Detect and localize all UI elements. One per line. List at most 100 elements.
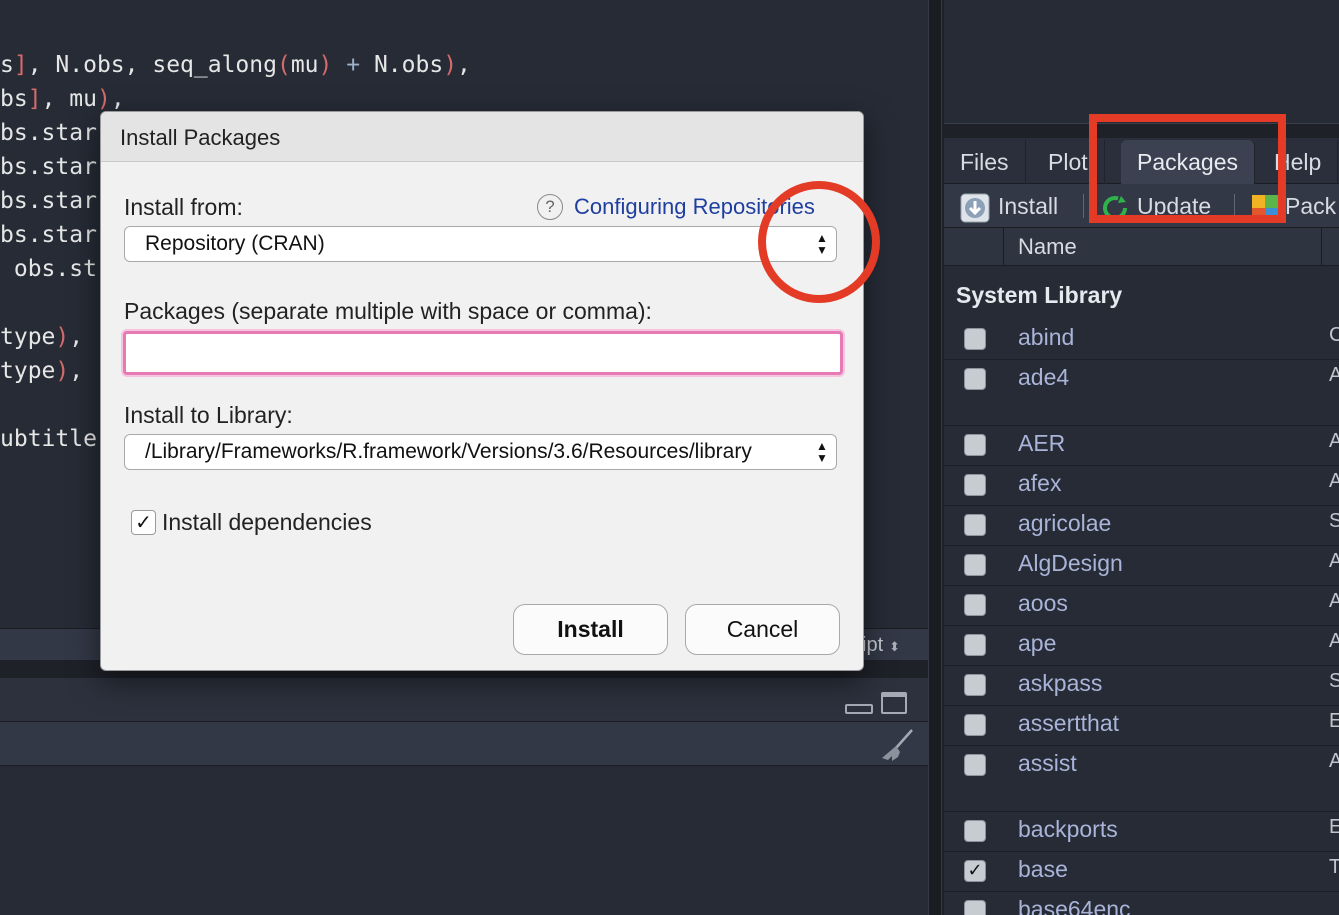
code-token: ]	[13, 52, 28, 78]
package-name-link[interactable]: afex	[1018, 470, 1061, 497]
install-packages-dialog: Install Packages Install from: ? Configu…	[100, 111, 864, 671]
packages-input[interactable]	[123, 331, 843, 375]
help-question-icon[interactable]: ?	[537, 194, 563, 220]
package-description: A	[1329, 550, 1339, 572]
package-name-link[interactable]: assist	[1018, 750, 1077, 777]
install-button[interactable]: Install	[513, 604, 668, 655]
packages-list: abind Cade4 A AER Aafex Aagricolae S AlgDesign A…	[944, 320, 1339, 915]
tab-help[interactable]: Help	[1258, 140, 1339, 184]
code-token: obs.st	[0, 256, 97, 282]
package-name-link[interactable]: base64enc	[1018, 896, 1131, 915]
code-token: ]	[27, 86, 42, 112]
select-updown-icon: ▲ ▼	[814, 435, 830, 469]
code-token: bs.star	[0, 120, 97, 146]
install-icon	[960, 193, 990, 223]
code-token: ubtitle	[0, 426, 97, 452]
package-row: ape A	[944, 626, 1339, 666]
package-description: E	[1329, 710, 1339, 732]
minimize-pane-icon[interactable]	[845, 704, 873, 714]
toolbar-separator	[1083, 194, 1084, 218]
install-to-library-select[interactable]: /Library/Frameworks/R.framework/Versions…	[124, 434, 837, 470]
package-description: A	[1329, 470, 1339, 492]
package-row: assist A	[944, 746, 1339, 812]
code-token: bs.star	[0, 222, 97, 248]
package-checkbox[interactable]	[964, 634, 986, 656]
package-checkbox[interactable]	[964, 820, 986, 842]
script-type-selector[interactable]: ipt ⬍	[862, 629, 900, 661]
package-name-link[interactable]: base	[1018, 856, 1068, 883]
broom-clear-console-icon[interactable]	[876, 728, 916, 762]
code-token: )	[55, 358, 70, 384]
maximize-pane-icon[interactable]	[881, 692, 907, 714]
updown-icon: ⬍	[889, 639, 901, 654]
update-icon	[1103, 195, 1127, 220]
package-row: askpass S	[944, 666, 1339, 706]
tab-packages[interactable]: Packages	[1121, 140, 1256, 184]
code-line: bs], mu),	[0, 84, 125, 114]
package-row: afex A	[944, 466, 1339, 506]
update-packages-button[interactable]: Update	[1101, 184, 1211, 228]
code-token: bs	[0, 86, 28, 112]
tab-files[interactable]: Files	[944, 140, 1026, 184]
package-checkbox[interactable]	[964, 434, 986, 456]
package-checkbox[interactable]	[964, 714, 986, 736]
checkbox-column-header	[944, 228, 1004, 266]
package-name-link[interactable]: ape	[1018, 630, 1056, 657]
code-token: )	[55, 324, 70, 350]
package-checkbox[interactable]	[964, 554, 986, 576]
package-checkbox[interactable]	[964, 674, 986, 696]
install-from-select[interactable]: Repository (CRAN) ▲ ▼	[124, 226, 837, 262]
package-checkbox[interactable]	[964, 474, 986, 496]
code-token: ,	[457, 52, 471, 78]
code-token: s	[0, 52, 14, 78]
cancel-button[interactable]: Cancel	[685, 604, 840, 655]
package-name-link[interactable]: AlgDesign	[1018, 550, 1123, 577]
configuring-repositories-link[interactable]: Configuring Repositories	[574, 194, 815, 220]
code-token: mu	[290, 52, 319, 78]
package-name-link[interactable]: askpass	[1018, 670, 1102, 697]
code-token: type	[0, 324, 56, 350]
package-checkbox[interactable]	[964, 328, 986, 350]
package-name-link[interactable]: assertthat	[1018, 710, 1119, 737]
package-checkbox[interactable]	[964, 900, 986, 915]
code-token: , N.obs, seq_along	[27, 52, 277, 78]
package-checkbox[interactable]	[964, 368, 986, 390]
package-name-link[interactable]: agricolae	[1018, 510, 1111, 537]
package-row: aoos A	[944, 586, 1339, 626]
script-type-label: ipt	[862, 634, 884, 656]
packages-label: Packages (separate multiple with space o…	[124, 298, 652, 324]
package-description: A	[1329, 750, 1339, 772]
code-line: obs.st	[0, 254, 97, 284]
package-checkbox[interactable]: ✓	[964, 860, 986, 882]
package-row: AER A	[944, 426, 1339, 466]
install-dependencies-checkbox[interactable]: ✓	[131, 510, 156, 535]
package-checkbox[interactable]	[964, 754, 986, 776]
install-from-label: Install from:	[124, 194, 243, 220]
packrat-label: Pack	[1285, 193, 1337, 219]
package-name-link[interactable]: AER	[1018, 430, 1065, 457]
code-token: type	[0, 358, 56, 384]
packrat-button[interactable]: Pack	[1251, 184, 1336, 228]
vertical-splitter[interactable]	[928, 0, 942, 915]
package-checkbox[interactable]	[964, 514, 986, 536]
name-column-header[interactable]: Name	[1018, 228, 1077, 266]
code-token: ,	[69, 358, 84, 384]
install-packages-button[interactable]: Install	[960, 184, 1058, 228]
system-library-heading: System Library	[956, 282, 1123, 308]
select-updown-icon: ▲ ▼	[814, 227, 830, 261]
package-name-link[interactable]: ade4	[1018, 364, 1069, 391]
package-name-link[interactable]: aoos	[1018, 590, 1068, 617]
console-pane[interactable]	[0, 678, 928, 915]
code-token: (	[276, 52, 291, 78]
packages-toolbar: Install Update Pack	[944, 184, 1339, 228]
tab-plots[interactable]: Plot	[1032, 140, 1105, 184]
package-checkbox[interactable]	[964, 594, 986, 616]
code-token: +	[332, 52, 374, 78]
code-line: ubtitle	[0, 424, 97, 454]
pane-tabs: Files Plot Packages Help	[944, 138, 1339, 184]
package-name-link[interactable]: backports	[1018, 816, 1118, 843]
package-row: ✓ base T	[944, 852, 1339, 892]
code-line: bs.star	[0, 220, 97, 250]
package-name-link[interactable]: abind	[1018, 324, 1074, 351]
dialog-title: Install Packages	[120, 125, 281, 150]
